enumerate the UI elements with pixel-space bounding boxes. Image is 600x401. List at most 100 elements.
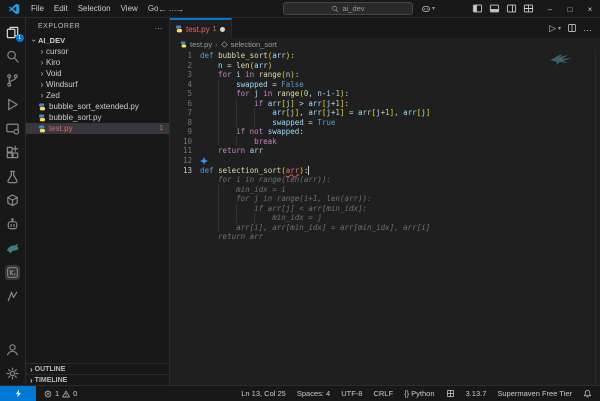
code-line[interactable]: 6 if arr[j] > arr[j+1]: (170, 99, 600, 109)
eol[interactable]: CRLF (373, 389, 393, 398)
tree-item-windsurf[interactable]: ›Windsurf (26, 79, 169, 90)
activity-item-testing-flask[interactable] (0, 164, 26, 188)
encoding[interactable]: UTF-8 (341, 389, 362, 398)
activity-bar: 1 (0, 18, 26, 385)
tree-root-ai-dev[interactable]: ›AI_DEV (26, 35, 169, 46)
tree-item-test-py[interactable]: test.py1 (26, 123, 169, 134)
explorer-title: EXPLORER (38, 23, 80, 30)
activity-item-kangaroo-extension[interactable] (0, 236, 26, 260)
editor-scrollbar[interactable] (595, 50, 600, 385)
symbol-method-icon (221, 41, 228, 48)
python-version[interactable]: 3.13.7 (466, 389, 487, 398)
split-editor-button[interactable] (567, 23, 577, 33)
activity-item-source-control[interactable] (0, 68, 26, 92)
tree-item-zed[interactable]: ›Zed (26, 90, 169, 101)
tree-item-bubble-sort-extended-py[interactable]: bubble_sort_extended.py (26, 101, 169, 112)
editor-more-actions-button[interactable]: … (583, 23, 592, 33)
timeline-section-header[interactable]: › TIMELINE (26, 374, 169, 385)
code-line[interactable]: 3 for i in range(n): (170, 70, 600, 80)
activity-item-remote-window[interactable] (0, 116, 26, 140)
copilot-menu-button[interactable]: ▾ (421, 4, 435, 14)
code-line[interactable]: 11 return arr (170, 146, 600, 156)
close-button[interactable]: × (580, 0, 600, 18)
code-line[interactable]: 10 break (170, 137, 600, 147)
breadcrumb-symbol[interactable]: selection_sort (231, 40, 277, 49)
layout-panel-icon[interactable] (489, 3, 500, 14)
breadcrumb-file[interactable]: test.py (190, 40, 212, 49)
menu-item-view[interactable]: View (116, 4, 143, 13)
command-center-value: ai_dev (342, 4, 364, 13)
customize-layout-icon[interactable] (523, 3, 534, 14)
menu-item-edit[interactable]: Edit (49, 4, 73, 13)
notifications-bell[interactable] (583, 389, 592, 398)
activity-item-run-debug[interactable] (0, 92, 26, 116)
tree-item-cursor[interactable]: ›cursor (26, 46, 169, 57)
activity-item-settings-gear[interactable] (0, 361, 26, 385)
activity-badge: 1 (16, 34, 24, 42)
kangaroo-extension-icon (5, 241, 20, 256)
activity-item-supermaven[interactable] (0, 284, 26, 308)
menu-item-file[interactable]: File (26, 4, 49, 13)
tab-test-py[interactable]: test.py 1 (170, 18, 232, 38)
activity-item-robot-ai[interactable] (0, 212, 26, 236)
cursor-position[interactable]: Ln 13, Col 25 (241, 389, 286, 398)
remote-indicator[interactable] (0, 386, 36, 401)
ghost-code-line[interactable]: min_idx = j (170, 213, 600, 223)
root-label: AI_DEV (38, 36, 65, 45)
activity-item-search[interactable] (0, 44, 26, 68)
ghost-code-line[interactable]: arr[i], arr[min_idx] = arr[min_idx], arr… (170, 223, 600, 233)
code-line[interactable]: 12 (170, 156, 600, 166)
outline-section-header[interactable]: › OUTLINE (26, 363, 169, 374)
minimize-button[interactable]: – (540, 0, 560, 18)
code-line[interactable]: 7 arr[j], arr[j+1] = arr[j+1], arr[j] (170, 108, 600, 118)
run-debug-icon (5, 97, 20, 112)
tree-item-void[interactable]: ›Void (26, 68, 169, 79)
code-line[interactable]: 13def selection_sort(arr): (170, 166, 600, 176)
code-line[interactable]: 9 if not swapped: (170, 127, 600, 137)
code-line[interactable]: 2 n = len(arr) (170, 61, 600, 71)
code-line[interactable]: 1def bubble_sort(arr): (170, 51, 600, 61)
activity-item-package-cube[interactable] (0, 188, 26, 212)
maximize-button[interactable]: □ (560, 0, 580, 18)
ghost-code-line[interactable]: if arr[j] < arr[min_idx]: (170, 204, 600, 214)
activity-item-kilo-code[interactable] (0, 260, 26, 284)
command-center-search[interactable]: ai_dev (283, 2, 413, 15)
code-line[interactable]: 8 swapped = True (170, 118, 600, 128)
supermaven-status[interactable]: Supermaven Free Tier (497, 389, 572, 398)
chevron-right-icon: › (38, 91, 46, 100)
tree-item-bubble-sort-py[interactable]: bubble_sort.py (26, 112, 169, 123)
ghost-code-line[interactable]: for i in range(len(arr)): (170, 175, 600, 185)
explorer-more-actions-button[interactable]: … (155, 22, 164, 31)
ghost-code-line[interactable]: min_idx = i (170, 185, 600, 195)
line-content: min_idx = j (200, 213, 322, 223)
layout-sidebar-left-icon[interactable] (472, 3, 483, 14)
code-area[interactable]: 1def bubble_sort(arr):2 n = len(arr)3 fo… (170, 50, 600, 385)
window-controls: – □ × (540, 0, 600, 18)
line-number (170, 194, 200, 204)
layout-sidebar-right-icon[interactable] (506, 3, 517, 14)
outline-label: OUTLINE (35, 366, 66, 373)
tree-item-label: test.py (49, 124, 73, 133)
menu-item-selection[interactable]: Selection (73, 4, 116, 13)
run-python-file-button[interactable]: ▷ (549, 23, 556, 34)
line-number: 9 (170, 127, 200, 137)
robot-ai-icon (5, 217, 20, 232)
chevron-down-icon: › (30, 37, 39, 45)
tree-item-kiro[interactable]: ›Kiro (26, 57, 169, 68)
ghost-code-line[interactable]: for j in range(i+1, len(arr)): (170, 194, 600, 204)
tab-error-count: 1 (213, 26, 217, 33)
language-mode[interactable]: {} Python (404, 389, 434, 398)
problems-indicator[interactable]: 1 0 (36, 389, 85, 398)
history-back-button[interactable]: ← (158, 4, 167, 14)
title-bar: FileEditSelectionViewGo… ← → ai_dev ▾ – … (0, 0, 600, 18)
ghost-code-line[interactable]: return arr (170, 232, 600, 242)
code-line[interactable]: 5 for j in range(0, n-i-1): (170, 89, 600, 99)
run-dropdown-chevron-icon[interactable]: ▾ (558, 25, 561, 32)
history-forward-button[interactable]: → (175, 4, 184, 14)
activity-item-extensions[interactable] (0, 140, 26, 164)
activity-item-account[interactable] (0, 337, 26, 361)
code-line[interactable]: 4 swapped = False (170, 80, 600, 90)
indentation[interactable]: Spaces: 4 (297, 389, 330, 398)
activity-item-explorer-files[interactable]: 1 (0, 20, 26, 44)
python-env-indicator[interactable] (446, 389, 455, 398)
